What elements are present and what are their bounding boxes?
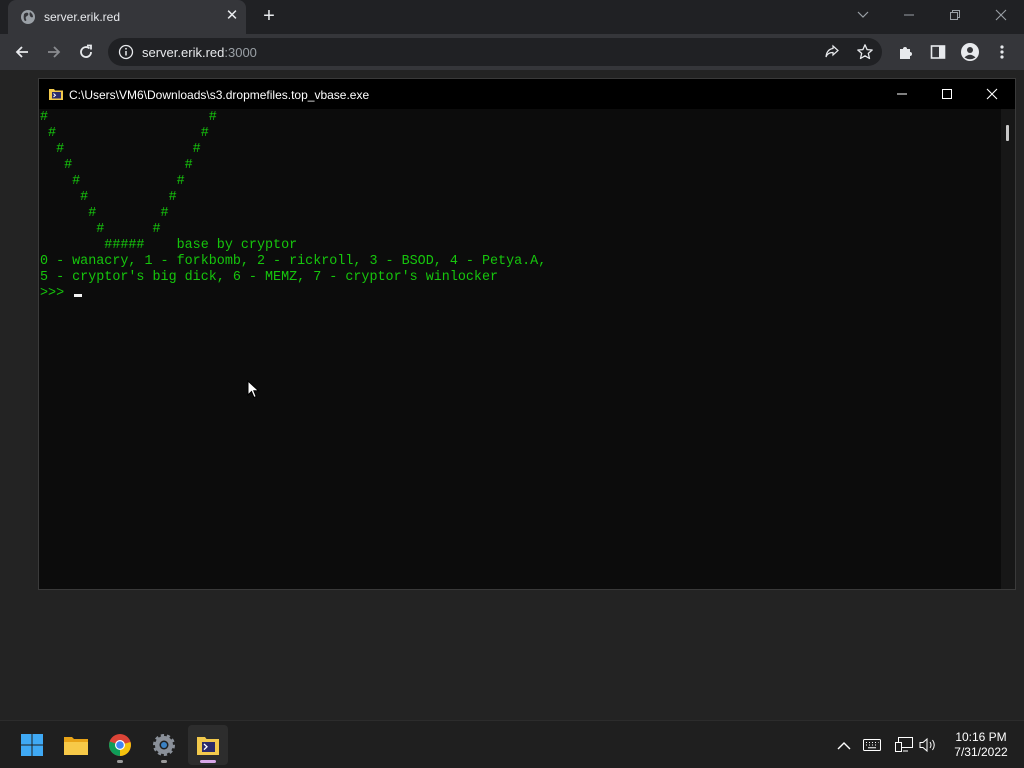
browser-tab[interactable]: server.erik.red ✕ [8, 0, 246, 34]
back-button[interactable] [8, 38, 36, 66]
volume-button[interactable] [918, 735, 938, 755]
side-panel-button[interactable] [924, 38, 952, 66]
side-panel-icon [930, 45, 946, 59]
share-icon[interactable] [824, 44, 840, 60]
console-output: # # # # # # # # # # # # # # # # ##### ba… [40, 110, 547, 285]
globe-icon [21, 10, 35, 24]
address-bar[interactable]: server.erik.red:3000 [108, 38, 882, 66]
tab-title: server.erik.red [44, 10, 121, 24]
console-maximize-button[interactable] [924, 79, 970, 109]
active-indicator [200, 760, 216, 763]
taskbar-clock[interactable]: 10:16 PM 7/31/2022 [946, 730, 1016, 760]
kebab-menu-icon [1000, 45, 1004, 59]
browser-close-button[interactable] [978, 0, 1024, 30]
new-tab-button[interactable]: + [258, 6, 280, 28]
console-app-icon [49, 89, 63, 100]
speaker-icon [919, 737, 935, 753]
close-icon [995, 9, 1007, 21]
site-info-icon[interactable] [118, 44, 134, 60]
network-icon [895, 737, 913, 752]
taskbar-console-app[interactable] [188, 725, 228, 765]
mouse-pointer-icon [247, 380, 260, 399]
network-button[interactable] [894, 735, 914, 755]
bookmark-star-icon[interactable] [856, 43, 874, 61]
clock-time: 10:16 PM [955, 730, 1007, 744]
show-hidden-icons-button[interactable] [834, 735, 854, 755]
close-icon [986, 88, 998, 100]
chevron-down-icon [857, 11, 869, 18]
url-port: :3000 [224, 45, 257, 60]
console-prompt-line[interactable]: >>> [40, 286, 83, 302]
chevron-up-icon [837, 741, 851, 749]
forward-button[interactable] [40, 38, 68, 66]
reload-icon [80, 44, 92, 58]
taskbar: 10:16 PM 7/31/2022 [0, 720, 1024, 768]
taskbar-settings[interactable] [144, 725, 184, 765]
arrow-right-icon [48, 46, 61, 58]
browser-toolbar: server.erik.red:3000 [0, 34, 1024, 70]
keyboard-icon [863, 739, 881, 751]
maximize-icon [942, 89, 952, 99]
scrollbar-thumb[interactable] [1006, 125, 1009, 141]
tab-search-button[interactable] [840, 0, 886, 30]
settings-icon [153, 734, 175, 756]
console-prompt: >>> [40, 286, 73, 301]
running-indicator [117, 760, 123, 763]
console-title-bar[interactable]: C:\Users\VM6\Downloads\s3.dropmefiles.to… [39, 79, 1015, 109]
console-close-button[interactable] [969, 79, 1015, 109]
console-minimize-button[interactable] [879, 79, 925, 109]
console-app-icon [197, 737, 219, 755]
reload-button[interactable] [72, 38, 100, 66]
running-indicator [161, 760, 167, 763]
restore-icon [950, 10, 960, 20]
file-explorer-icon [64, 737, 88, 755]
start-button[interactable] [12, 725, 52, 765]
arrow-left-icon [15, 46, 28, 58]
url-host: server.erik.red [142, 45, 225, 60]
tab-close-icon[interactable]: ✕ [224, 8, 240, 24]
taskbar-file-explorer[interactable] [56, 725, 96, 765]
touch-keyboard-button[interactable] [862, 735, 882, 755]
minimize-icon [897, 93, 907, 95]
start-icon [21, 734, 43, 756]
browser-minimize-button[interactable] [886, 0, 932, 30]
taskbar-chrome[interactable] [100, 725, 140, 765]
browser-tab-strip: server.erik.red ✕ + [0, 0, 1024, 34]
console-output-area[interactable]: # # # # # # # # # # # # # # # # ##### ba… [39, 109, 1001, 589]
clock-date: 7/31/2022 [954, 745, 1008, 759]
console-title: C:\Users\VM6\Downloads\s3.dropmefiles.to… [69, 88, 370, 102]
browser-restore-button[interactable] [932, 0, 978, 30]
profile-button[interactable] [956, 38, 984, 66]
console-window[interactable]: C:\Users\VM6\Downloads\s3.dropmefiles.to… [38, 78, 1016, 590]
chrome-icon [109, 734, 131, 756]
chrome-menu-button[interactable] [988, 38, 1016, 66]
avatar-icon [961, 43, 979, 61]
console-scrollbar[interactable] [1001, 109, 1015, 589]
extensions-button[interactable] [892, 38, 920, 66]
puzzle-icon [900, 47, 912, 59]
address-url: server.erik.red:3000 [142, 45, 257, 60]
text-cursor [74, 294, 83, 297]
minimize-icon [904, 14, 914, 16]
